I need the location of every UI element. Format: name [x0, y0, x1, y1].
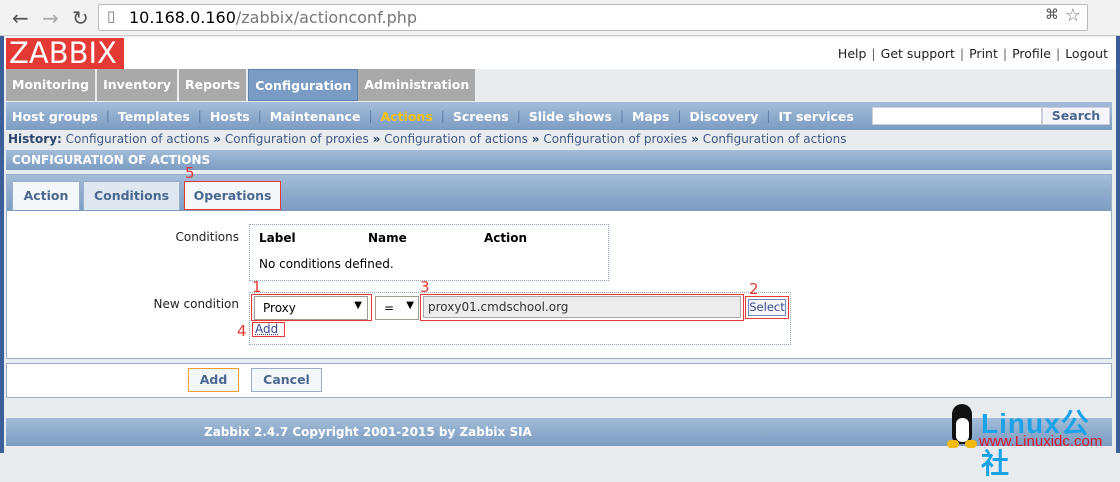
- conditions-table: Label Name Action No conditions defined.: [249, 224, 609, 281]
- url-domain: 10.168.0.160: [129, 8, 236, 27]
- add-condition-link[interactable]: Add: [255, 322, 278, 336]
- submenu-maps[interactable]: Maps: [632, 109, 669, 124]
- column-name: Name: [368, 231, 407, 245]
- submenu-host-groups[interactable]: Host groups: [12, 109, 98, 124]
- help-link[interactable]: Help: [838, 46, 867, 61]
- condition-type-select[interactable]: Proxy ▼: [254, 296, 368, 320]
- annotation-1: 1: [252, 278, 262, 296]
- menu-inventory[interactable]: Inventory: [97, 69, 180, 101]
- history-label: History:: [8, 132, 62, 146]
- print-link[interactable]: Print: [969, 46, 998, 61]
- submenu-slide-shows[interactable]: Slide shows: [529, 109, 612, 124]
- browser-toolbar: ← → ↻ ▯ 10.168.0.160/zabbix/actionconf.ph…: [0, 0, 1120, 36]
- column-label: Label: [259, 231, 296, 245]
- bookmark-star-icon[interactable]: ☆: [1065, 5, 1081, 26]
- main-menu: Monitoring Inventory Reports Configurati…: [6, 69, 478, 101]
- tab-action[interactable]: Action: [12, 181, 80, 210]
- get-support-link[interactable]: Get support: [881, 46, 955, 61]
- history-breadcrumb: History: Configuration of actions » Conf…: [8, 132, 847, 146]
- annotation-5: 5: [185, 164, 195, 182]
- menu-configuration[interactable]: Configuration: [248, 69, 359, 101]
- search-input[interactable]: [872, 107, 1042, 125]
- cancel-button[interactable]: Cancel: [251, 368, 322, 392]
- logout-link[interactable]: Logout: [1065, 46, 1108, 61]
- tab-operations[interactable]: Operations: [184, 181, 281, 210]
- history-link[interactable]: Configuration of proxies: [225, 132, 369, 146]
- menu-monitoring[interactable]: Monitoring: [6, 69, 98, 101]
- translate-icon[interactable]: ⌘: [1045, 7, 1059, 23]
- submenu-hosts[interactable]: Hosts: [210, 109, 250, 124]
- annotation-4: 4: [237, 322, 247, 340]
- submenu-screens[interactable]: Screens: [453, 109, 509, 124]
- reload-icon[interactable]: ↻: [72, 6, 89, 30]
- submenu-actions[interactable]: Actions: [380, 109, 432, 124]
- column-action: Action: [484, 231, 528, 245]
- watermark-url: www.Linuxidc.com: [979, 433, 1103, 450]
- history-link[interactable]: Configuration of actions: [703, 132, 847, 146]
- operator-value: =: [384, 301, 395, 315]
- operator-select[interactable]: = ▼: [375, 296, 419, 320]
- profile-link[interactable]: Profile: [1012, 46, 1051, 61]
- dropdown-arrow-icon: ▼: [354, 300, 362, 311]
- url-path: /zabbix/actionconf.php: [235, 8, 418, 27]
- condition-type-value: Proxy: [263, 301, 296, 315]
- submenu-it-services[interactable]: IT services: [778, 109, 853, 124]
- page-icon: ▯: [107, 7, 116, 25]
- history-link[interactable]: Configuration of proxies: [543, 132, 687, 146]
- annotation-2: 2: [749, 280, 759, 298]
- condition-value-input[interactable]: proxy01.cmdschool.org: [423, 296, 741, 318]
- submenu-discovery[interactable]: Discovery: [689, 109, 758, 124]
- submenu-templates[interactable]: Templates: [118, 109, 190, 124]
- submenu-maintenance[interactable]: Maintenance: [270, 109, 361, 124]
- form-buttons-panel: [6, 363, 1112, 398]
- tab-conditions[interactable]: Conditions: [83, 181, 180, 210]
- forward-icon[interactable]: →: [42, 6, 59, 30]
- menu-reports[interactable]: Reports: [179, 69, 249, 101]
- empty-message: No conditions defined.: [259, 257, 394, 271]
- linuxidc-watermark: Linux公社 www.Linuxidc.com: [945, 404, 1115, 479]
- page-title: CONFIGURATION OF ACTIONS: [6, 150, 1112, 170]
- search-button[interactable]: Search: [1042, 107, 1110, 125]
- add-button[interactable]: Add: [188, 368, 239, 392]
- history-link[interactable]: Configuration of actions: [384, 132, 528, 146]
- back-icon[interactable]: ←: [12, 6, 29, 30]
- annotation-3: 3: [420, 278, 430, 296]
- zabbix-logo[interactable]: ZABBIX: [6, 38, 124, 69]
- address-bar[interactable]: ▯ 10.168.0.160/zabbix/actionconf.php ⌘ ☆: [98, 4, 1088, 31]
- history-link[interactable]: Configuration of actions: [66, 132, 210, 146]
- tux-penguin-icon: [947, 404, 977, 450]
- new-condition-label: New condition: [153, 297, 239, 311]
- top-links: Help | Get support | Print | Profile | Logout: [837, 46, 1108, 61]
- conditions-label: Conditions: [175, 230, 239, 244]
- menu-administration[interactable]: Administration: [358, 69, 478, 101]
- select-button[interactable]: Select: [748, 299, 786, 316]
- dropdown-arrow-icon: ▼: [406, 300, 414, 311]
